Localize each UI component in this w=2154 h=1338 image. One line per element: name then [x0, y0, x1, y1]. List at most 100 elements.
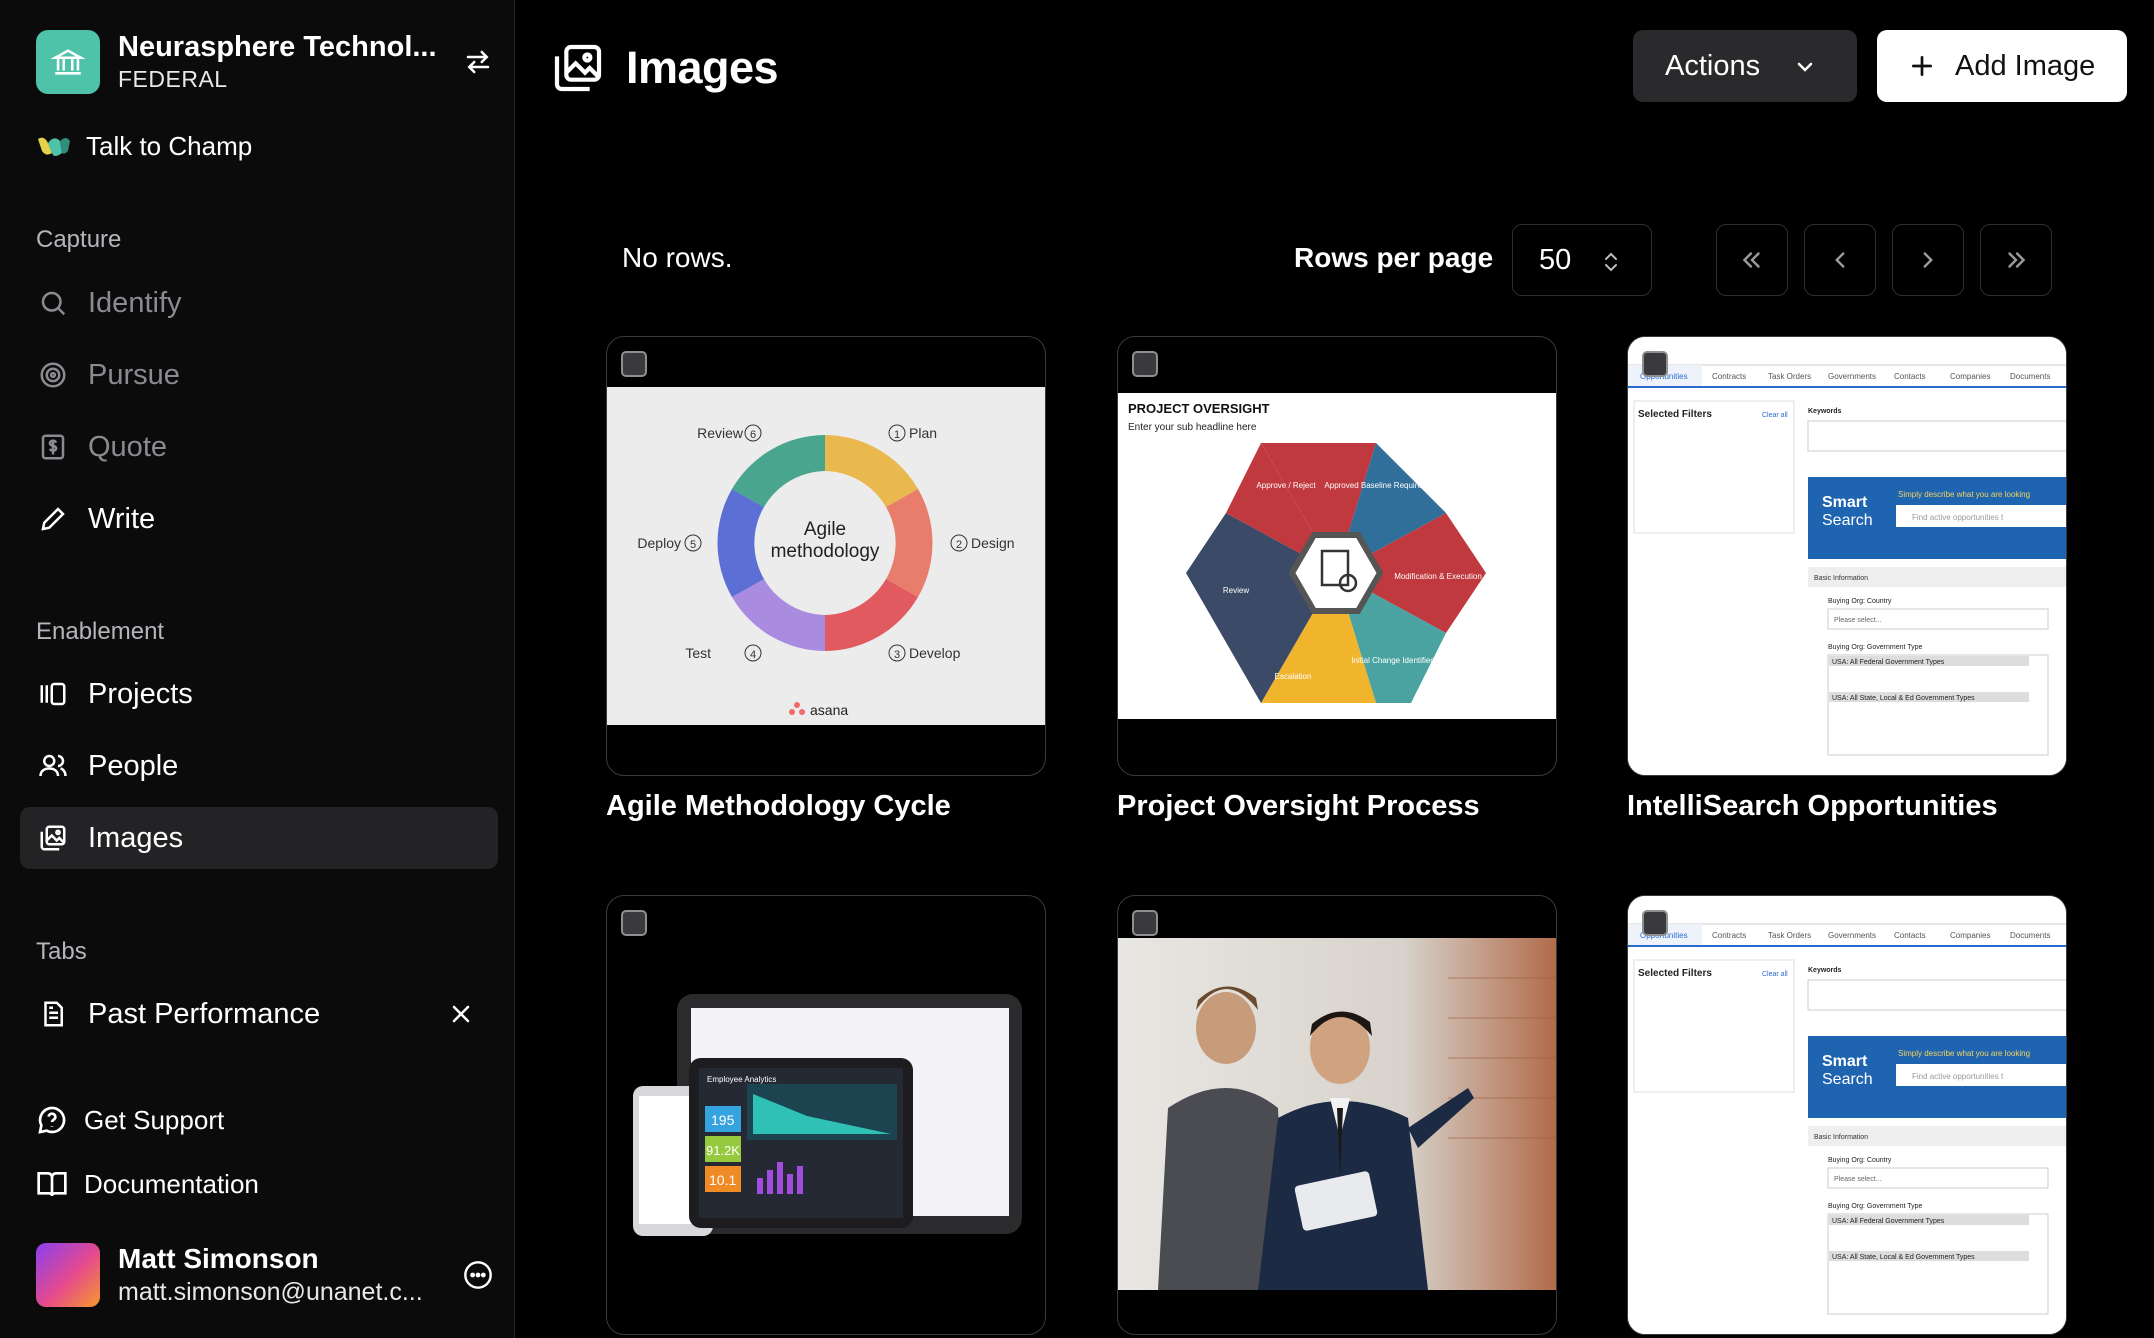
image-thumbnail-frame[interactable]: Opportunities Contracts Task Orders Gove…	[1627, 336, 2067, 776]
get-support-link[interactable]: Get Support	[36, 1100, 224, 1140]
nav-identify[interactable]: Identify	[20, 272, 498, 334]
select-checkbox[interactable]	[1132, 351, 1158, 377]
section-tabs: Tabs	[36, 938, 87, 965]
first-page-button[interactable]	[1716, 224, 1788, 296]
page-title: Images	[626, 42, 779, 93]
next-page-button[interactable]	[1892, 224, 1964, 296]
tab-label: Companies	[1950, 372, 1990, 381]
stat-value: 91.2K	[706, 1143, 740, 1158]
oversight-segment: Escalation	[1275, 672, 1312, 681]
business-meeting-photo	[1118, 938, 1556, 1290]
select-checkbox[interactable]	[621, 910, 647, 936]
org-switcher[interactable]: Neurasphere Technol... FEDERAL	[36, 30, 496, 94]
smart-hint: Simply describe what you are looking	[1898, 490, 2030, 499]
nav-label: Identify	[88, 286, 182, 319]
gov-type-label: Buying Org: Government Type	[1828, 644, 1923, 651]
org-type: FEDERAL	[118, 66, 228, 92]
agile-step-label: Review	[697, 425, 744, 441]
agile-step-label: Develop	[909, 645, 961, 661]
smart-placeholder: Find active opportunities t	[1912, 513, 2004, 522]
add-image-button[interactable]: Add Image	[1877, 30, 2127, 102]
actions-button[interactable]: Actions	[1633, 30, 1857, 102]
add-image-label: Add Image	[1955, 49, 2096, 82]
agile-step-num: 2	[956, 539, 962, 551]
oversight-segment: Review	[1223, 586, 1249, 595]
image-card[interactable]: Opportunities Contracts Task Orders Gove…	[1627, 336, 2067, 823]
nav-label: Images	[88, 821, 184, 854]
support-label: Get Support	[84, 1104, 225, 1135]
user-name: Matt Simonson	[118, 1243, 319, 1274]
tab-label: Governments	[1828, 372, 1876, 381]
prev-page-button[interactable]	[1804, 224, 1876, 296]
country-label: Buying Org: Country	[1828, 1157, 1892, 1164]
intellisearch-screenshot-image: Opportunities Contracts Task Orders Gove…	[1628, 896, 2066, 1334]
analytics-devices-image: Employee Analytics 195 91.2K 10.1	[607, 966, 1045, 1266]
agile-diagram-image: Agile methodology 1 Plan 2 Design 3 Deve…	[607, 387, 1045, 725]
select-checkbox[interactable]	[1642, 910, 1668, 936]
agile-step-num: 3	[894, 649, 900, 661]
nav-projects[interactable]: Projects	[20, 663, 498, 725]
images-icon	[36, 821, 70, 855]
nav-images[interactable]: Images	[20, 807, 498, 869]
image-card[interactable]: PROJECT OVERSIGHT Enter your sub headlin…	[1117, 336, 1557, 823]
close-icon[interactable]	[444, 997, 478, 1031]
user-menu[interactable]: Matt Simonson matt.simonson@unanet.c...	[36, 1242, 496, 1308]
documentation-link[interactable]: Documentation	[36, 1164, 259, 1204]
people-icon	[36, 749, 70, 783]
actions-label: Actions	[1665, 49, 1761, 82]
image-thumbnail-frame[interactable]: Employee Analytics 195 91.2K 10.1	[606, 895, 1046, 1335]
image-thumbnail-frame[interactable]: Agile methodology 1 Plan 2 Design 3 Deve…	[606, 336, 1046, 776]
card-title: Agile Methodology Cycle	[606, 790, 951, 822]
tab-label: Documents	[2010, 372, 2050, 381]
target-icon	[36, 358, 70, 392]
agile-step-label: Design	[971, 535, 1015, 551]
user-email: matt.simonson@unanet.c...	[118, 1278, 423, 1306]
rows-per-page-select[interactable]: 50	[1512, 224, 1652, 296]
tab-label: Companies	[1950, 931, 1990, 940]
docs-label: Documentation	[84, 1168, 259, 1199]
images-icon	[554, 44, 602, 92]
nav-pursue[interactable]: Pursue	[20, 344, 498, 406]
switch-icon[interactable]	[460, 44, 496, 80]
stat-value: 10.1	[709, 1172, 736, 1188]
select-checkbox[interactable]	[1132, 910, 1158, 936]
image-card[interactable]: Agile methodology 1 Plan 2 Design 3 Deve…	[606, 336, 1046, 823]
agile-step-num: 5	[690, 539, 696, 551]
talk-to-champ-link[interactable]: Talk to Champ	[36, 126, 252, 166]
last-page-button[interactable]	[1980, 224, 2052, 296]
nav-quote[interactable]: Quote	[20, 416, 498, 478]
tab-label: Documents	[2010, 931, 2050, 940]
oversight-segment: Approved Baseline Requirements	[1324, 481, 1443, 490]
org-name: Neurasphere Technol...	[118, 31, 437, 63]
card-title: Project Oversight Process	[1117, 790, 1480, 822]
agile-step-num: 6	[750, 429, 756, 441]
image-card[interactable]	[1117, 895, 1557, 1335]
gov-option: USA: All State, Local & Ed Government Ty…	[1832, 695, 1975, 702]
select-checkbox[interactable]	[1642, 351, 1668, 377]
basic-info: Basic Information	[1814, 575, 1868, 582]
oversight-segment: Modification & Execution	[1394, 572, 1482, 581]
chevron-left-icon	[1835, 252, 1845, 268]
basic-info: Basic Information	[1814, 1134, 1868, 1141]
nav-people[interactable]: People	[20, 735, 498, 797]
image-card[interactable]: Employee Analytics 195 91.2K 10.1	[606, 895, 1046, 1335]
image-thumbnail-frame[interactable]: Opportunities Contracts Task Orders Gove…	[1627, 895, 2067, 1335]
image-card[interactable]: Opportunities Contracts Task Orders Gove…	[1627, 895, 2067, 1335]
nav-label: Pursue	[88, 358, 180, 391]
champ-label: Talk to Champ	[86, 130, 253, 161]
gov-option: USA: All Federal Government Types	[1832, 1218, 1945, 1225]
image-thumbnail-frame[interactable]: PROJECT OVERSIGHT Enter your sub headlin…	[1117, 336, 1557, 776]
gov-type-label: Buying Org: Government Type	[1828, 1203, 1923, 1210]
section-enablement: Enablement	[36, 618, 165, 645]
nav-label: Projects	[88, 677, 193, 710]
tab-past-performance[interactable]: Past Performance	[20, 983, 498, 1045]
tab-label: Contacts	[1894, 931, 1926, 940]
nav-write[interactable]: Write	[20, 488, 498, 550]
select-checkbox[interactable]	[621, 351, 647, 377]
clear-all: Clear all	[1762, 971, 1788, 978]
oversight-segment: Initial Change Identified	[1351, 656, 1435, 665]
more-icon[interactable]	[460, 1257, 496, 1293]
sort-arrows-icon	[1601, 249, 1621, 282]
image-thumbnail-frame[interactable]	[1117, 895, 1557, 1335]
country-select: Please select...	[1834, 1176, 1882, 1183]
